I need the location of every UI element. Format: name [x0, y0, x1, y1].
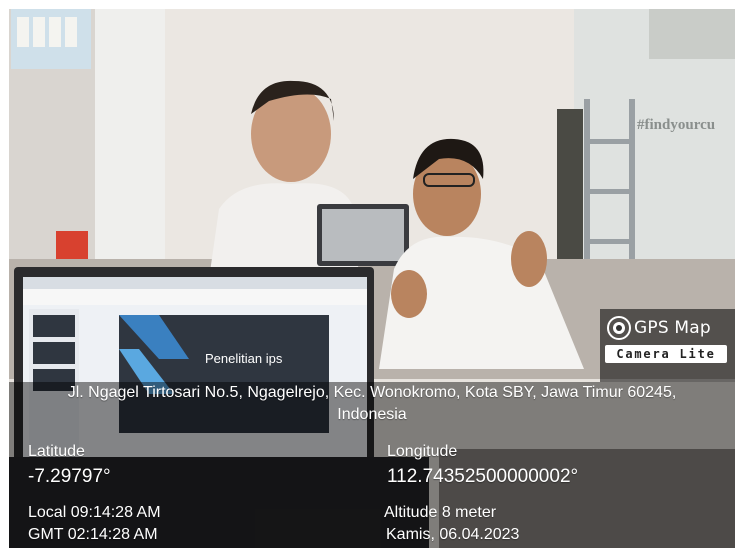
- watermark-app-sub: Camera Lite: [605, 345, 727, 363]
- dark-panel: [557, 109, 583, 269]
- latitude-label: Latitude: [28, 443, 85, 460]
- address-block: Jl. Ngagel Tirtosari No.5, Ngagelrejo, K…: [9, 382, 735, 426]
- pillar: [95, 9, 165, 269]
- basket: [56, 231, 88, 261]
- date: Kamis, 06.04.2023: [386, 526, 520, 543]
- latitude-value: -7.29797°: [28, 466, 111, 487]
- wall-sign: #findyourcu: [637, 117, 715, 133]
- gps-watermark: GPS Map Camera Lite: [600, 309, 735, 382]
- slide-title: Penelitian ips: [205, 351, 283, 366]
- address-line1: Jl. Ngagel Tirtosari No.5, Ngagelrejo, K…: [67, 384, 677, 401]
- longitude-label: Longitude: [387, 443, 458, 460]
- watermark-app-name: GPS Map: [634, 318, 711, 338]
- altitude: Altitude 8 meter: [384, 504, 497, 521]
- thumbs-up-hand: [511, 231, 547, 287]
- address-line2: Indonesia: [337, 406, 407, 423]
- longitude-value: 112.74352500000002°: [387, 466, 579, 487]
- gmt-time: GMT 02:14:28 AM: [28, 526, 158, 543]
- local-time: Local 09:14:28 AM: [28, 504, 161, 521]
- photo-frame: #findyourcu Penelitian ips GPS Map Camer…: [9, 9, 735, 548]
- camera-lens-icon: [607, 316, 631, 340]
